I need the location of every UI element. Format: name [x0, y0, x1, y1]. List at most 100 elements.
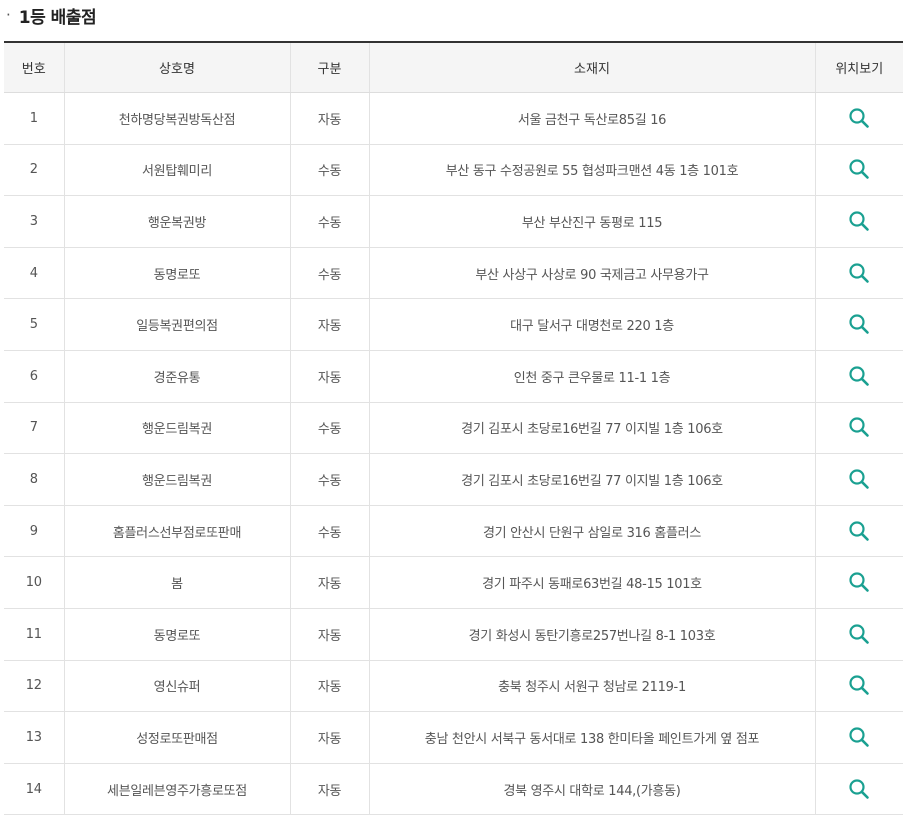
- view-location-button[interactable]: [845, 775, 873, 803]
- view-location-button[interactable]: [845, 104, 873, 132]
- view-location-button[interactable]: [845, 362, 873, 390]
- view-location-button[interactable]: [845, 413, 873, 441]
- search-icon: [849, 108, 870, 128]
- cell-type: 자동: [289, 92, 369, 145]
- cell-number: 9: [4, 505, 64, 558]
- view-location-button[interactable]: [845, 568, 873, 596]
- cell-number: 1: [4, 92, 64, 145]
- cell-view-location: [814, 350, 903, 403]
- cell-address: 대구 달서구 대명천로 220 1층: [368, 298, 815, 351]
- cell-address: 충북 청주시 서원구 청남로 2119-1: [368, 660, 815, 713]
- cell-address: 부산 부산진구 동평로 115: [368, 195, 815, 248]
- view-location-button[interactable]: [845, 259, 873, 287]
- view-location-button[interactable]: [845, 155, 873, 183]
- cell-store-name: 경준유통: [63, 350, 290, 403]
- cell-type: 수동: [289, 505, 369, 558]
- cell-type: 자동: [289, 350, 369, 403]
- cell-store-name: 홈플러스선부점로또판매: [63, 505, 290, 558]
- cell-type: 수동: [289, 453, 369, 506]
- view-location-button[interactable]: [845, 620, 873, 648]
- view-location-button[interactable]: [845, 517, 873, 545]
- search-icon: [849, 469, 870, 489]
- cell-type: 자동: [289, 763, 369, 816]
- header-address: 소재지: [368, 42, 815, 93]
- cell-address: 부산 사상구 사상로 90 국제금고 사무용가구: [368, 247, 815, 300]
- search-icon: [849, 366, 870, 386]
- heading-bullet: ·: [6, 5, 11, 24]
- cell-number: 12: [4, 660, 64, 713]
- view-location-button[interactable]: [845, 671, 873, 699]
- cell-address: 경기 화성시 동탄기흥로257번나길 8-1 103호: [368, 608, 815, 661]
- header-type: 구분: [289, 42, 369, 93]
- table-row: 5 일등복권편의점 자동 대구 달서구 대명천로 220 1층: [4, 298, 903, 351]
- cell-address: 충남 천안시 서북구 동서대로 138 한미타올 페인트가게 옆 점포: [368, 711, 815, 764]
- cell-view-location: [814, 92, 903, 145]
- table-row: 4 동명로또 수동 부산 사상구 사상로 90 국제금고 사무용가구: [4, 247, 903, 300]
- cell-store-name: 천하명당복권방독산점: [63, 92, 290, 145]
- section-title: 1등 배출점: [18, 7, 97, 28]
- search-icon: [849, 572, 870, 592]
- table-row: 7 행운드림복권 수동 경기 김포시 초당로16번길 77 이지빌 1층 106호: [4, 402, 903, 455]
- cell-view-location: [814, 556, 903, 609]
- cell-type: 자동: [289, 556, 369, 609]
- cell-type: 자동: [289, 608, 369, 661]
- cell-store-name: 행운복권방: [63, 195, 290, 248]
- cell-type: 수동: [289, 247, 369, 300]
- table-row: 10 봄 자동 경기 파주시 동패로63번길 48-15 101호: [4, 556, 903, 609]
- cell-number: 11: [4, 608, 64, 661]
- cell-number: 5: [4, 298, 64, 351]
- cell-store-name: 행운드림복권: [63, 453, 290, 506]
- cell-store-name: 행운드림복권: [63, 402, 290, 455]
- cell-view-location: [814, 711, 903, 764]
- section-heading: · 1등 배출점: [0, 0, 97, 30]
- cell-number: 3: [4, 195, 64, 248]
- search-icon: [849, 624, 870, 644]
- search-icon: [849, 675, 870, 696]
- cell-view-location: [814, 247, 903, 300]
- cell-number: 8: [4, 453, 64, 506]
- table-row: 13 성정로또판매점 자동 충남 천안시 서북구 동서대로 138 한미타올 페인트가…: [4, 711, 903, 764]
- cell-address: 경기 파주시 동패로63번길 48-15 101호: [368, 556, 815, 609]
- cell-store-name: 세븐일레븐영주가흥로또점: [63, 763, 290, 816]
- cell-address: 경기 안산시 단원구 삼일로 316 홈플러스: [368, 505, 815, 558]
- cell-number: 4: [4, 247, 64, 300]
- table-row: 1 천하명당복권방독산점 자동 서울 금천구 독산로85길 16: [4, 92, 903, 145]
- search-icon: [849, 159, 870, 180]
- table-row: 11 동명로또 자동 경기 화성시 동탄기흥로257번나길 8-1 103호: [4, 608, 903, 661]
- view-location-button[interactable]: [845, 207, 873, 235]
- cell-view-location: [814, 195, 903, 248]
- cell-address: 인천 중구 큰우물로 11-1 1층: [368, 350, 815, 403]
- search-icon: [849, 520, 870, 541]
- cell-store-name: 영신슈퍼: [63, 660, 290, 713]
- search-icon: [849, 778, 870, 799]
- cell-type: 자동: [289, 711, 369, 764]
- view-location-button[interactable]: [845, 723, 873, 751]
- search-icon: [849, 314, 870, 334]
- cell-number: 10: [4, 556, 64, 609]
- table-row: 6 경준유통 자동 인천 중구 큰우물로 11-1 1층: [4, 350, 903, 403]
- cell-view-location: [814, 453, 903, 506]
- search-icon: [849, 417, 870, 438]
- winning-stores-table: 번호 상호명 구분 소재지 위치보기 1 천하명당복권방독산점 자동 서울 금천구 독…: [4, 41, 903, 816]
- cell-type: 수동: [289, 144, 369, 197]
- search-icon: [849, 262, 870, 283]
- cell-type: 수동: [289, 195, 369, 248]
- cell-view-location: [814, 763, 903, 816]
- cell-store-name: 성정로또판매점: [63, 711, 290, 764]
- table-row: 14 세븐일레븐영주가흥로또점 자동 경북 영주시 대학로 144,(가흥동): [4, 763, 903, 816]
- cell-store-name: 일등복권편의점: [63, 298, 290, 351]
- cell-address: 서울 금천구 독산로85길 16: [368, 92, 815, 145]
- cell-view-location: [814, 402, 903, 455]
- search-icon: [849, 727, 870, 747]
- cell-type: 자동: [289, 298, 369, 351]
- cell-address: 부산 동구 수정공원로 55 협성파크맨션 4동 1층 101호: [368, 144, 815, 197]
- cell-address: 경기 김포시 초당로16번길 77 이지빌 1층 106호: [368, 453, 815, 506]
- header-view-location: 위치보기: [814, 42, 903, 93]
- view-location-button[interactable]: [845, 310, 873, 338]
- header-number: 번호: [4, 42, 64, 93]
- view-location-button[interactable]: [845, 465, 873, 493]
- cell-store-name: 동명로또: [63, 247, 290, 300]
- table-header-row: 번호 상호명 구분 소재지 위치보기: [4, 42, 903, 93]
- table-row: 9 홈플러스선부점로또판매 수동 경기 안산시 단원구 삼일로 316 홈플러스: [4, 505, 903, 558]
- cell-number: 13: [4, 711, 64, 764]
